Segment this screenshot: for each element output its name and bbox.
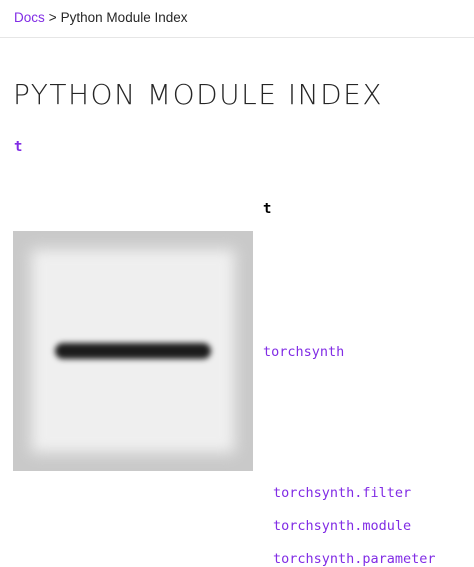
breadcrumb: Docs > Python Module Index — [14, 10, 188, 26]
page-title: PYTHON MODULE INDEX — [13, 78, 383, 111]
collapse-toggle-button[interactable] — [13, 231, 253, 471]
module-link-torchsynth[interactable]: torchsynth — [263, 344, 344, 360]
module-link-torchsynth-parameter[interactable]: torchsynth.parameter — [273, 551, 436, 567]
letter-jump-t[interactable]: t — [14, 139, 22, 155]
minus-icon — [55, 343, 211, 359]
section-letter-heading: t — [263, 201, 272, 217]
breadcrumb-bar: Docs > Python Module Index — [0, 0, 474, 38]
breadcrumb-docs-link[interactable]: Docs — [14, 10, 45, 25]
module-link-torchsynth-module[interactable]: torchsynth.module — [273, 518, 411, 534]
breadcrumb-separator: > — [48, 10, 57, 25]
breadcrumb-current: Python Module Index — [60, 10, 188, 25]
module-link-torchsynth-filter[interactable]: torchsynth.filter — [273, 485, 411, 501]
